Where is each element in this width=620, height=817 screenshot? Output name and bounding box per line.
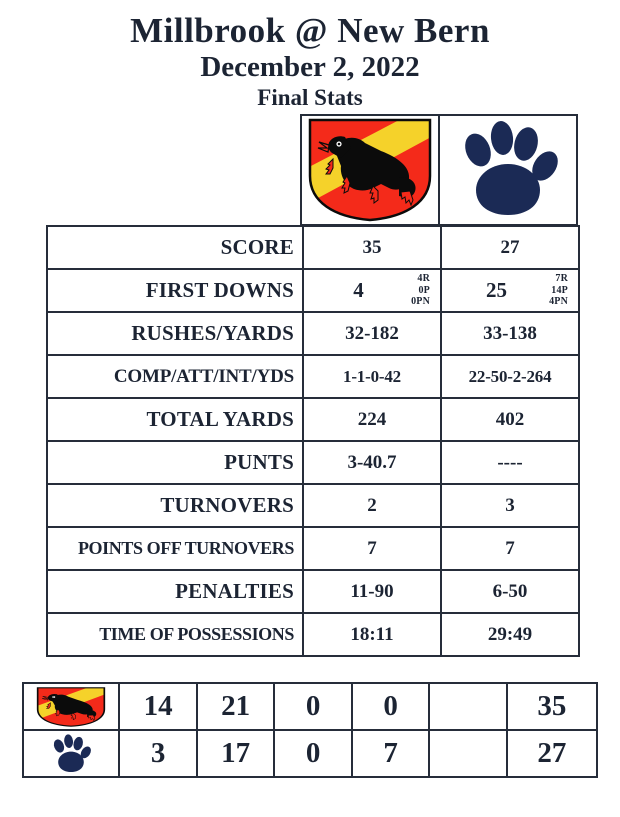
first-downs-rush: 4R: [417, 272, 430, 284]
table-row: FIRST DOWNS 4 4R 0P 0PN 25 7R 14P 4PN: [46, 268, 580, 313]
linescore-ot: [428, 682, 508, 731]
linescore-body: 14 21 0 0 35 3 17 0 7 27: [21, 682, 599, 778]
stat-value-away: 1-1-0-42: [302, 354, 442, 399]
first-downs-rush: 7R: [555, 272, 568, 284]
table-row: PUNTS 3-40.7 ----: [46, 440, 580, 485]
linescore-ot: [428, 729, 508, 778]
stat-value-home: 22-50-2-264: [440, 354, 580, 399]
bear-shield-icon: [36, 686, 106, 727]
linescore-q1: 3: [118, 729, 198, 778]
stat-value-home: 7: [440, 526, 580, 571]
table-row: TIME OF POSSESSIONS 18:11 29:49: [46, 612, 580, 657]
first-downs-pass: 14P: [551, 284, 568, 296]
stat-label: POINTS OFF TURNOVERS: [46, 526, 304, 571]
first-downs-penalty: 0PN: [411, 296, 430, 308]
table-row: 3 17 0 7 27: [21, 729, 599, 778]
stat-value-away: 2: [302, 483, 442, 528]
linescore-q4: 7: [350, 729, 431, 778]
stat-label: TOTAL YARDS: [46, 397, 304, 442]
first-downs-pass: 0P: [418, 284, 430, 296]
stat-value-away: 4 4R 0P 0PN: [302, 268, 442, 313]
paw-print-icon: [47, 733, 95, 774]
team-stats-table: SCORE 35 27 FIRST DOWNS 4 4R 0P 0PN 25 7…: [46, 225, 580, 657]
stat-value-away: 224: [302, 397, 442, 442]
stat-value-home: 3: [440, 483, 580, 528]
stat-label: PUNTS: [46, 440, 304, 485]
linescore-q2: 21: [195, 682, 276, 731]
table-row: TOTAL YARDS 224 402: [46, 397, 580, 442]
table-row: TURNOVERS 2 3: [46, 483, 580, 528]
team-logo-header: [300, 114, 578, 226]
paw-print-icon: [456, 120, 560, 220]
linescore-q3: 0: [273, 729, 353, 778]
table-row: PENALTIES 11-90 6-50: [46, 569, 580, 614]
stat-value-away: 11-90: [302, 569, 442, 614]
linescore-home-logo-cell: [21, 729, 121, 778]
table-row: COMP/ATT/INT/YDS 1-1-0-42 22-50-2-264: [46, 354, 580, 399]
table-row: POINTS OFF TURNOVERS 7 7: [46, 526, 580, 571]
stat-label: FIRST DOWNS: [46, 268, 304, 313]
table-row: SCORE 35 27: [46, 225, 580, 270]
first-downs-home-total: 25: [486, 278, 508, 302]
stat-label: COMP/ATT/INT/YDS: [46, 354, 304, 399]
stat-value-away: 3-40.7: [302, 440, 442, 485]
stat-value-home: 27: [440, 225, 580, 270]
linescore-table: 14 21 0 0 35 3 17 0 7 27: [21, 682, 599, 778]
linescore-q4: 0: [350, 682, 431, 731]
linescore-away-logo-cell: [21, 682, 121, 731]
stat-value-home: ----: [440, 440, 580, 485]
stat-label: SCORE: [46, 225, 304, 270]
stat-value-home: 6-50: [440, 569, 580, 614]
page-title: Millbrook @ New Bern: [130, 11, 490, 50]
bear-shield-icon: [307, 118, 433, 222]
linescore-total: 35: [505, 682, 599, 731]
away-team-logo-cell: [300, 114, 439, 226]
linescore-q1: 14: [118, 682, 198, 731]
stat-label: RUSHES/YARDS: [46, 311, 304, 356]
stats-table-body: SCORE 35 27 FIRST DOWNS 4 4R 0P 0PN 25 7…: [46, 225, 580, 657]
first-downs-away-breakdown: 4R 0P 0PN: [411, 273, 432, 308]
first-downs-away-total: 4: [353, 278, 364, 302]
first-downs-penalty: 4PN: [549, 296, 568, 308]
stat-value-away: 32-182: [302, 311, 442, 356]
stat-value-home: 25 7R 14P 4PN: [440, 268, 580, 313]
stat-value-home: 402: [440, 397, 580, 442]
page-header: Millbrook @ New Bern December 2, 2022 Fi…: [0, 12, 620, 111]
page-subtitle: Final Stats: [257, 85, 363, 111]
stat-label: TURNOVERS: [46, 483, 304, 528]
first-downs-home-breakdown: 7R 14P 4PN: [549, 273, 570, 308]
linescore-total: 27: [505, 729, 599, 778]
linescore-q2: 17: [195, 729, 276, 778]
linescore-q3: 0: [273, 682, 353, 731]
stat-value-home: 29:49: [440, 612, 580, 657]
stat-label: TIME OF POSSESSIONS: [46, 612, 304, 657]
game-date: December 2, 2022: [200, 50, 420, 83]
stat-value-away: 7: [302, 526, 442, 571]
table-row: RUSHES/YARDS 32-182 33-138: [46, 311, 580, 356]
stat-value-away: 35: [302, 225, 442, 270]
stat-value-home: 33-138: [440, 311, 580, 356]
home-team-logo-cell: [439, 114, 578, 226]
table-row: 14 21 0 0 35: [21, 682, 599, 731]
stat-value-away: 18:11: [302, 612, 442, 657]
stat-label: PENALTIES: [46, 569, 304, 614]
